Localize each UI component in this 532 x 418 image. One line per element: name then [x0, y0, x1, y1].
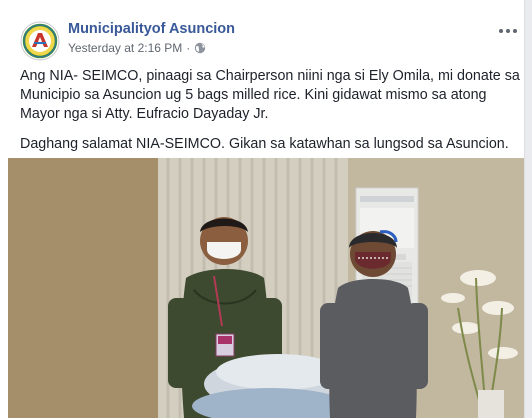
donation-photo-illustration	[8, 158, 524, 418]
post-photo[interactable]	[8, 158, 524, 418]
page-name-link[interactable]: Municipalityof Asuncion	[68, 21, 235, 37]
post-paragraph: Daghang salamat NIA-SEIMCO. Gikan sa kat…	[20, 136, 509, 152]
more-options-icon[interactable]	[494, 22, 522, 40]
facebook-post: Municipalityof Asuncion Yesterday at 2:1…	[0, 0, 525, 418]
post-paragraph: Ang NIA- SEIMCO, pinaagi sa Chairperson …	[20, 68, 520, 122]
post-body: Ang NIA- SEIMCO, pinaagi sa Chairperson …	[20, 67, 520, 165]
feed-scrollbar-track[interactable]	[525, 0, 532, 418]
post-timestamp[interactable]: Yesterday at 2:16 PM	[68, 41, 182, 55]
globe-icon[interactable]	[194, 42, 206, 54]
meta-separator: ·	[186, 41, 191, 55]
post-meta: Yesterday at 2:16 PM ·	[68, 41, 206, 55]
page-avatar[interactable]	[20, 21, 60, 61]
municipality-seal-icon	[20, 21, 60, 61]
post-header: Municipalityof Asuncion Yesterday at 2:1…	[12, 12, 517, 62]
